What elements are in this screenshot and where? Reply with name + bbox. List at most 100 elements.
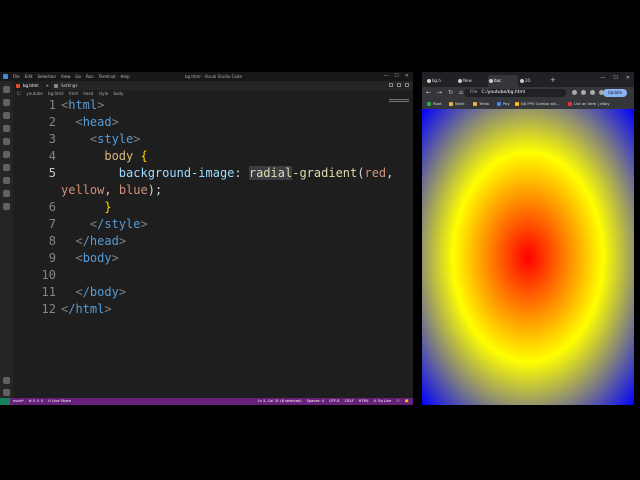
tab-label: 20. bbox=[525, 78, 532, 83]
bookmark-root[interactable]: Root bbox=[427, 99, 442, 109]
close-button[interactable]: ✕ bbox=[626, 75, 630, 81]
home-icon[interactable]: ⌂ bbox=[459, 89, 463, 97]
feedback-icon[interactable]: ⚇ bbox=[396, 398, 399, 405]
back-icon[interactable]: ← bbox=[426, 89, 431, 97]
remote-explorer-icon[interactable] bbox=[3, 151, 10, 158]
tab-label: bg.html bbox=[23, 83, 39, 88]
status-bar: main* ⊗ 0 ⚠ 0 ⊙ Live Share Ln 5, Col 31 … bbox=[0, 398, 413, 405]
code-token: html bbox=[68, 98, 98, 112]
split-editor-icon[interactable] bbox=[397, 83, 401, 87]
menu-help[interactable]: Help bbox=[121, 73, 130, 80]
bookmark-work[interactable]: Work bbox=[449, 99, 465, 109]
line-number: 8 bbox=[48, 234, 56, 248]
vscode-window-title: bg.html - Visual Studio Code bbox=[185, 74, 242, 79]
status-problems[interactable]: ⊗ 0 ⚠ 0 bbox=[29, 398, 43, 405]
extension-icon[interactable] bbox=[581, 90, 586, 95]
docker-icon[interactable] bbox=[3, 190, 10, 197]
remote-indicator-icon[interactable] bbox=[0, 398, 10, 405]
menu-go[interactable]: Go bbox=[75, 73, 81, 80]
forward-icon[interactable]: → bbox=[437, 89, 442, 97]
breadcrumb-item[interactable]: bg.html bbox=[48, 91, 63, 96]
maximize-button[interactable]: ☐ bbox=[613, 75, 617, 81]
bookmark-dji[interactable]: DJI FPV Combo wit... bbox=[515, 99, 560, 109]
bookmark-star-icon[interactable] bbox=[572, 90, 577, 95]
minimize-button[interactable]: — bbox=[600, 75, 605, 81]
status-language[interactable]: HTML bbox=[359, 398, 369, 405]
code-line: </style> bbox=[89, 217, 148, 231]
git-graph-icon[interactable] bbox=[3, 203, 10, 210]
browser-tab[interactable]: 20. bbox=[519, 75, 549, 87]
tab-bg-html[interactable]: bg.html × bbox=[13, 81, 51, 90]
code-line: <body> bbox=[75, 251, 119, 265]
reload-icon[interactable]: ↻ bbox=[448, 89, 453, 97]
tab-settings[interactable]: Settings bbox=[51, 81, 87, 90]
editor-tab-bar: bg.html × Settings bbox=[13, 81, 413, 90]
minimize-button[interactable]: — bbox=[383, 73, 388, 80]
address-bar[interactable]: File C:/youtube/bg.html bbox=[464, 89, 566, 97]
extensions-icon[interactable] bbox=[3, 138, 10, 145]
source-control-icon[interactable] bbox=[3, 112, 10, 119]
code-line: <html> bbox=[61, 98, 105, 112]
browser-tab[interactable]: bg.h bbox=[426, 75, 456, 87]
breadcrumb-item[interactable]: head bbox=[83, 91, 93, 96]
status-go-live[interactable]: ⊙ Go Live bbox=[374, 398, 392, 405]
line-number: 7 bbox=[48, 217, 56, 231]
search-icon[interactable] bbox=[3, 99, 10, 106]
minimap[interactable] bbox=[389, 99, 409, 103]
browser-nav: ← → ↻ ⌂ bbox=[426, 89, 463, 97]
line-number: 11 bbox=[41, 285, 56, 299]
chrome-window: bg.h New bac 20. + — ☐ ✕ ← → ↻ ⌂ File C:/… bbox=[422, 72, 634, 405]
code-token: head bbox=[82, 115, 112, 129]
run-icon[interactable] bbox=[389, 83, 393, 87]
settings-gear-icon[interactable] bbox=[3, 389, 10, 396]
url-text: C:/youtube/bg.html bbox=[481, 90, 526, 95]
breadcrumb-item[interactable]: youtube bbox=[26, 91, 42, 96]
breadcrumb-item[interactable]: html bbox=[69, 91, 78, 96]
file-scheme-label: File bbox=[470, 90, 478, 95]
close-tab-icon[interactable]: × bbox=[46, 81, 49, 90]
tab-favicon-icon bbox=[489, 79, 493, 83]
breadcrumb-item[interactable]: body bbox=[113, 91, 123, 96]
line-number: 3 bbox=[48, 132, 56, 146]
live-share-icon[interactable] bbox=[3, 177, 10, 184]
menu-selection[interactable]: Selection bbox=[37, 73, 55, 80]
html-file-icon bbox=[16, 84, 20, 88]
status-branch[interactable]: main* bbox=[13, 398, 24, 405]
notifications-icon[interactable]: 🔔 bbox=[405, 398, 409, 405]
tab-label: bac bbox=[494, 78, 502, 83]
code-line: </body> bbox=[75, 285, 127, 299]
close-button[interactable]: ✕ bbox=[405, 73, 409, 80]
status-eol[interactable]: CRLF bbox=[345, 398, 354, 405]
more-actions-icon[interactable] bbox=[405, 83, 409, 87]
puzzle-extensions-icon[interactable] bbox=[590, 90, 595, 95]
line-number: 4 bbox=[48, 149, 56, 163]
explorer-icon[interactable] bbox=[3, 86, 10, 93]
menu-terminal[interactable]: Terminal bbox=[99, 73, 116, 80]
bookmark-trello[interactable]: Trello bbox=[473, 99, 489, 109]
bookmark-pay[interactable]: Pay bbox=[497, 99, 510, 109]
bookmark-ebay[interactable]: List an item | eBay bbox=[568, 99, 610, 109]
menu-edit[interactable]: Edit bbox=[25, 73, 33, 80]
browser-tab[interactable]: New bbox=[457, 75, 487, 87]
maximize-button[interactable]: ☐ bbox=[394, 73, 398, 80]
status-indentation[interactable]: Spaces: 4 bbox=[307, 398, 324, 405]
status-live-share[interactable]: ⊙ Live Share bbox=[48, 398, 71, 405]
status-cursor-position[interactable]: Ln 5, Col 31 (6 selected) bbox=[258, 398, 302, 405]
browser-tab-active[interactable]: bac bbox=[488, 75, 518, 87]
breadcrumb-item[interactable]: style bbox=[99, 91, 109, 96]
menu-run[interactable]: Run bbox=[86, 73, 94, 80]
run-debug-icon[interactable] bbox=[3, 125, 10, 132]
line-number: 2 bbox=[48, 115, 56, 129]
update-button[interactable]: Update bbox=[603, 89, 627, 97]
status-encoding[interactable]: UTF-8 bbox=[329, 398, 339, 405]
breadcrumb-item[interactable]: C: bbox=[17, 91, 21, 96]
code-line: background-image: radial-gradient(red, bbox=[118, 166, 394, 180]
account-icon[interactable] bbox=[3, 377, 10, 384]
testing-icon[interactable] bbox=[3, 164, 10, 171]
tab-label: bg.h bbox=[432, 78, 441, 83]
new-tab-button[interactable]: + bbox=[550, 76, 556, 84]
menu-view[interactable]: View bbox=[61, 73, 71, 80]
menu-file[interactable]: File bbox=[13, 73, 20, 80]
code-token: /body bbox=[82, 285, 119, 299]
code-editor[interactable]: 1 2 3 4 5 6 7 8 9 10 11 12 <html> <head>… bbox=[13, 97, 413, 398]
